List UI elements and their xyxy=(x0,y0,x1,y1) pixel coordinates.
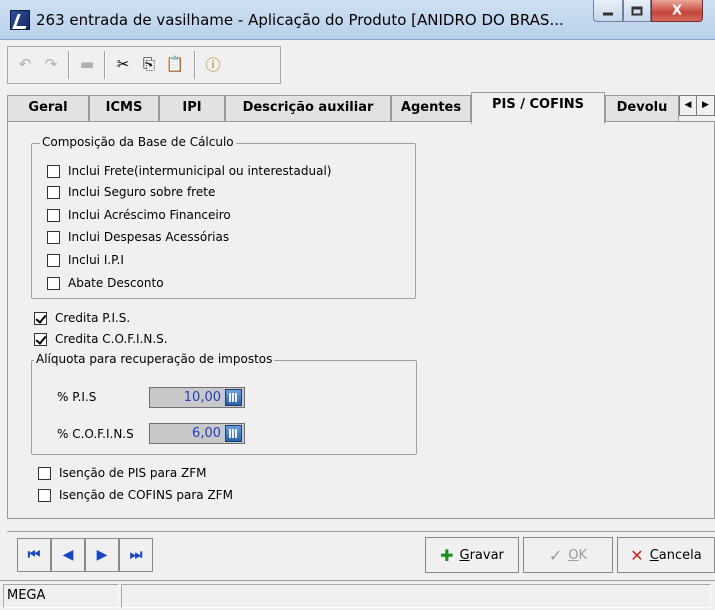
composicao-group: Composição da Base de Cálculo Inclui Fre… xyxy=(31,135,416,299)
checkbox-box[interactable] xyxy=(47,208,60,222)
ok-mnemonic: O xyxy=(568,547,579,563)
tab-pis-cofins[interactable]: PIS / COFINS xyxy=(471,92,605,124)
title-bar: 263 entrada de vasilhame - Aplicação do … xyxy=(0,0,715,40)
cut-icon[interactable]: ✂ xyxy=(112,53,134,75)
checkbox-box[interactable] xyxy=(47,253,60,267)
gravar-label: ravar xyxy=(469,547,504,563)
checkbox-credita-cofins[interactable]: Credita C.O.F.I.N.S. xyxy=(34,330,168,348)
checkbox-label: Abate Desconto xyxy=(68,276,164,290)
minimize-icon xyxy=(603,12,613,16)
checkbox-label: Inclui Frete(intermunicipal ou interesta… xyxy=(68,164,332,178)
checkbox-abate-desconto[interactable]: Abate Desconto xyxy=(47,274,164,292)
checkbox-inclui-acrescimo[interactable]: Inclui Acréscimo Financeiro xyxy=(47,206,231,224)
cancel-icon: ✕ xyxy=(630,545,644,565)
toolbar-separator xyxy=(104,51,106,79)
previous-record-icon[interactable]: ◀ xyxy=(51,538,85,572)
last-record-icon[interactable]: ⏭ xyxy=(119,538,153,572)
tab-devolucao[interactable]: Devolu xyxy=(605,95,679,122)
pis-percent-label: % P.I.S xyxy=(57,390,97,404)
window-title: 263 entrada de vasilhame - Aplicação do … xyxy=(36,11,564,29)
add-icon: ✚ xyxy=(440,545,454,565)
copy-icon[interactable]: ⎘ xyxy=(138,53,160,75)
status-company: MEGA xyxy=(3,584,119,608)
tab-agentes[interactable]: Agentes xyxy=(391,95,471,122)
gravar-button[interactable]: ✚ Gravar xyxy=(425,537,519,573)
tab-panel-pis-cofins: Composição da Base de Cálculo Inclui Fre… xyxy=(7,121,715,519)
checkbox-label: Inclui Seguro sobre frete xyxy=(68,185,216,199)
checkbox-box[interactable] xyxy=(47,185,60,199)
checkbox-credita-pis[interactable]: Credita P.I.S. xyxy=(34,309,130,327)
minimize-button[interactable] xyxy=(593,0,623,22)
cancela-button[interactable]: ✕ Cancela xyxy=(617,537,715,573)
edit-toolbar: ↶ ↷ ▬ ✂ ⎘ 📋 ⓘ xyxy=(7,46,281,84)
paste-icon[interactable]: 📋 xyxy=(164,53,186,75)
tab-ipi[interactable]: IPI xyxy=(159,95,225,122)
cofins-percent-value: 6,00 xyxy=(192,426,221,441)
close-button[interactable]: X xyxy=(651,0,703,22)
cofins-percent-label: % C.O.F.I.N.S xyxy=(57,427,134,441)
checkbox-box[interactable] xyxy=(38,466,51,480)
next-record-icon[interactable]: ▶ xyxy=(85,538,119,572)
checkbox-label: Inclui Despesas Acessórias xyxy=(68,230,230,244)
undo-icon[interactable]: ↶ xyxy=(14,53,36,75)
checkbox-label: Isenção de PIS para ZFM xyxy=(59,466,207,480)
calculator-icon[interactable] xyxy=(225,425,242,442)
tab-icms[interactable]: ICMS xyxy=(89,95,159,122)
redo-icon[interactable]: ↷ xyxy=(40,53,62,75)
checkbox-inclui-ipi[interactable]: Inclui I.P.I xyxy=(47,251,124,269)
aliquota-legend: Alíquota para recuperação de impostos xyxy=(34,352,275,366)
tab-geral[interactable]: Geral xyxy=(7,95,89,122)
status-message xyxy=(121,584,711,608)
cofins-percent-field[interactable]: 6,00 xyxy=(149,423,245,444)
check-icon: ✓ xyxy=(548,545,563,565)
maximize-button[interactable] xyxy=(623,0,651,22)
pis-percent-field[interactable]: 10,00 xyxy=(149,387,245,408)
checkbox-box[interactable] xyxy=(38,488,51,502)
cancela-mnemonic: C xyxy=(649,547,659,563)
tab-scroll-left-icon[interactable]: ◀ xyxy=(680,96,697,115)
tab-descricao-auxiliar[interactable]: Descrição auxiliar xyxy=(225,95,391,122)
status-bar: MEGA xyxy=(0,580,715,610)
checkbox-isencao-cofins[interactable]: Isenção de COFINS para ZFM xyxy=(38,486,233,504)
checkbox-box[interactable] xyxy=(34,311,47,325)
delete-icon[interactable]: ▬ xyxy=(76,53,98,75)
checkbox-isencao-pis[interactable]: Isenção de PIS para ZFM xyxy=(38,464,206,482)
info-icon[interactable]: ⓘ xyxy=(202,53,224,75)
tab-strip: Geral ICMS IPI Descrição auxiliar Agente… xyxy=(7,92,715,124)
composicao-legend: Composição da Base de Cálculo xyxy=(40,135,236,149)
aliquota-group: Alíquota para recuperação de impostos % … xyxy=(31,352,417,455)
checkbox-label: Credita P.I.S. xyxy=(55,311,131,325)
checkbox-box[interactable] xyxy=(34,332,47,346)
checkbox-box[interactable] xyxy=(47,276,60,290)
ok-button[interactable]: ✓ OK xyxy=(523,537,613,573)
cancela-label: ancela xyxy=(658,547,702,563)
checkbox-inclui-frete[interactable]: Inclui Frete(intermunicipal ou interesta… xyxy=(47,162,331,180)
checkbox-box[interactable] xyxy=(47,164,60,178)
checkbox-box[interactable] xyxy=(47,230,60,244)
checkbox-label: Isenção de COFINS para ZFM xyxy=(59,488,233,502)
tab-scroll-right-icon[interactable]: ▶ xyxy=(697,96,714,115)
toolbar-separator xyxy=(194,51,196,79)
checkbox-label: Credita C.O.F.I.N.S. xyxy=(55,332,168,346)
close-icon: X xyxy=(671,3,683,18)
checkbox-inclui-despesas[interactable]: Inclui Despesas Acessórias xyxy=(47,228,229,246)
calculator-icon[interactable] xyxy=(225,389,242,406)
navigation-bar: ⏮ ◀ ▶ ⏭ ✚ Gravar ✓ OK ✕ Cancela xyxy=(7,531,715,577)
maximize-icon xyxy=(631,6,643,15)
checkbox-label: Inclui I.P.I xyxy=(68,253,124,267)
ok-label: K xyxy=(578,547,588,563)
checkbox-inclui-seguro[interactable]: Inclui Seguro sobre frete xyxy=(47,183,215,201)
toolbar-separator xyxy=(68,51,70,79)
app-icon[interactable] xyxy=(10,10,30,30)
gravar-mnemonic: G xyxy=(459,547,470,563)
pis-percent-value: 10,00 xyxy=(183,390,221,405)
checkbox-label: Inclui Acréscimo Financeiro xyxy=(68,208,231,222)
tab-scroll: ◀ ▶ xyxy=(679,95,715,116)
first-record-icon[interactable]: ⏮ xyxy=(17,538,51,572)
